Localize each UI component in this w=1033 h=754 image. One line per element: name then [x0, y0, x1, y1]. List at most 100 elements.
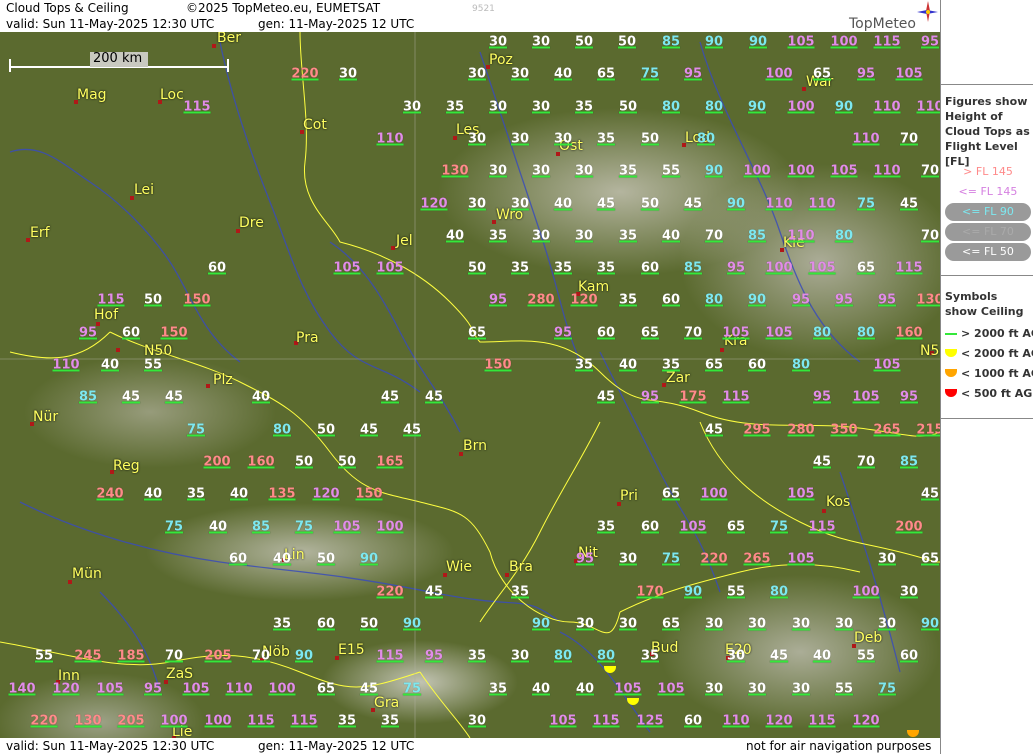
- cloud-top-value: 70: [856, 454, 876, 470]
- cloud-top-value: 30: [618, 551, 638, 567]
- cloud-top-value: 220: [291, 66, 319, 82]
- city-label: Mün: [72, 566, 102, 582]
- cloud-top-value: 110: [376, 131, 404, 147]
- cloud-top-value: 220: [376, 584, 404, 600]
- cloud-top-value: 30: [877, 616, 897, 632]
- cloud-top-value: 95: [143, 681, 163, 697]
- cloud-top-value: 150: [183, 292, 211, 308]
- cloud-top-value: 80: [769, 584, 789, 600]
- cloud-top-value: 35: [337, 713, 357, 729]
- cloud-top-value: 95: [78, 325, 98, 341]
- cloud-top-value: 110: [916, 99, 940, 115]
- cloud-top-value: 95: [791, 292, 811, 308]
- cloud-top-value: 90: [359, 551, 379, 567]
- cloud-top-value: 90: [531, 616, 551, 632]
- fl-legend-label: <= FL 50: [945, 243, 1031, 261]
- cloud-top-value: 105: [549, 713, 577, 729]
- legend-panel: Figures show Height of Cloud Tops as Fli…: [940, 0, 1033, 754]
- cloud-top-value: 90: [704, 34, 724, 50]
- cloud-top-value: 30: [574, 163, 594, 179]
- city-label: Loc: [160, 87, 184, 103]
- satellite-map[interactable]: 200 km Ber Poz War Mag Loc Cot Les Ost Lod Lei Erf…: [0, 32, 940, 738]
- cloud-top-value: 45: [769, 648, 789, 664]
- city-label: Kos: [826, 494, 851, 510]
- cloud-top-value: 30: [488, 34, 508, 50]
- cloud-top-value: 60: [640, 519, 660, 535]
- legend-symbols-title: Symbols show Ceiling: [945, 290, 1024, 318]
- cloud-top-value: 120: [420, 196, 448, 212]
- city-marker: [206, 384, 210, 388]
- fl-legend-label: > FL 145: [963, 165, 1013, 178]
- cloud-top-value: 35: [272, 616, 292, 632]
- cloud-top-value: 100: [787, 163, 815, 179]
- cloud-top-value: 115: [592, 713, 620, 729]
- cloud-top-value: 30: [726, 648, 746, 664]
- compass-logo-icon: [917, 1, 938, 22]
- cloud-top-value: 30: [467, 196, 487, 212]
- logo-area: [941, 0, 1033, 85]
- cloud-top-value: 50: [574, 34, 594, 50]
- ceiling-legend-item: < 500 ft AGL: [945, 385, 1033, 403]
- cloud-top-value: 60: [121, 325, 141, 341]
- cloud-top-value: 100: [765, 66, 793, 82]
- cloud-top-value: 105: [808, 260, 836, 276]
- cloud-top-value: 70: [704, 228, 724, 244]
- cloud-top-value: 105: [376, 260, 404, 276]
- cloud-top-value: 115: [808, 713, 836, 729]
- cloud-top-value: 30: [899, 584, 919, 600]
- ceiling-symbol: [945, 333, 957, 335]
- cloud-top-value: 80: [272, 422, 292, 438]
- cloud-top-value: 45: [424, 389, 444, 405]
- cloud-top-value: 30: [467, 66, 487, 82]
- cloud-top-value: 75: [186, 422, 206, 438]
- cloud-top-value: 30: [531, 228, 551, 244]
- fl-legend-label: <= FL 145: [958, 185, 1018, 198]
- cloud-top-value: 75: [402, 681, 422, 697]
- cloud-top-value: 40: [100, 357, 120, 373]
- cloud-top-value: 80: [834, 228, 854, 244]
- cloud-top-value: 60: [747, 357, 767, 373]
- cloud-top-value: 90: [747, 292, 767, 308]
- cloud-top-value: 110: [765, 196, 793, 212]
- fl-legend-item: <= FL 90: [945, 203, 1031, 221]
- cloud-top-value: 30: [834, 616, 854, 632]
- cloud-top-value: 100: [268, 681, 296, 697]
- cloud-top-value: 30: [467, 131, 487, 147]
- cloud-top-value: 120: [312, 486, 340, 502]
- cloud-top-value: 50: [618, 99, 638, 115]
- cloud-top-value: 60: [596, 325, 616, 341]
- cloud-top-value: 105: [657, 681, 685, 697]
- cloud-top-value: 110: [787, 228, 815, 244]
- cloud-top-value: 135: [268, 486, 296, 502]
- cloud-top-value: 100: [830, 34, 858, 50]
- cloud-top-value: 55: [143, 357, 163, 373]
- map-title: Cloud Tops & Ceiling: [6, 1, 129, 15]
- cloud-top-value: 100: [787, 99, 815, 115]
- cloud-top-value: 60: [640, 260, 660, 276]
- cloud-top-value: 90: [402, 616, 422, 632]
- cloud-top-value: 35: [596, 519, 616, 535]
- cloud-top-value: 105: [182, 681, 210, 697]
- cloud-top-value: 85: [251, 519, 271, 535]
- city-label: ZaS: [166, 666, 194, 682]
- cloud-top-value: 65: [920, 551, 940, 567]
- cloud-top-value: 45: [920, 486, 940, 502]
- city-label: N5: [920, 343, 940, 359]
- cloud-top-value: 50: [467, 260, 487, 276]
- ceiling-legend-label: < 500 ft AGL: [961, 387, 1033, 400]
- disclaimer: not for air navigation purposes: [746, 739, 932, 753]
- cloud-top-value: 50: [640, 131, 660, 147]
- cloud-top-value: 30: [704, 616, 724, 632]
- cloud-top-value: 90: [834, 99, 854, 115]
- cloud-top-value: 55: [34, 648, 54, 664]
- cloud-top-value: 150: [160, 325, 188, 341]
- cloud-top-value: 150: [484, 357, 512, 373]
- cloud-top-value: 35: [574, 357, 594, 373]
- city-label: Pra: [296, 330, 319, 346]
- ceiling-symbol: [945, 349, 957, 357]
- cloud-top-value: 95: [488, 292, 508, 308]
- cloud-top-value: 65: [812, 66, 832, 82]
- cloud-top-value: 45: [899, 196, 919, 212]
- cloud-top-value: 60: [316, 616, 336, 632]
- cloud-top-value: 115: [183, 99, 211, 115]
